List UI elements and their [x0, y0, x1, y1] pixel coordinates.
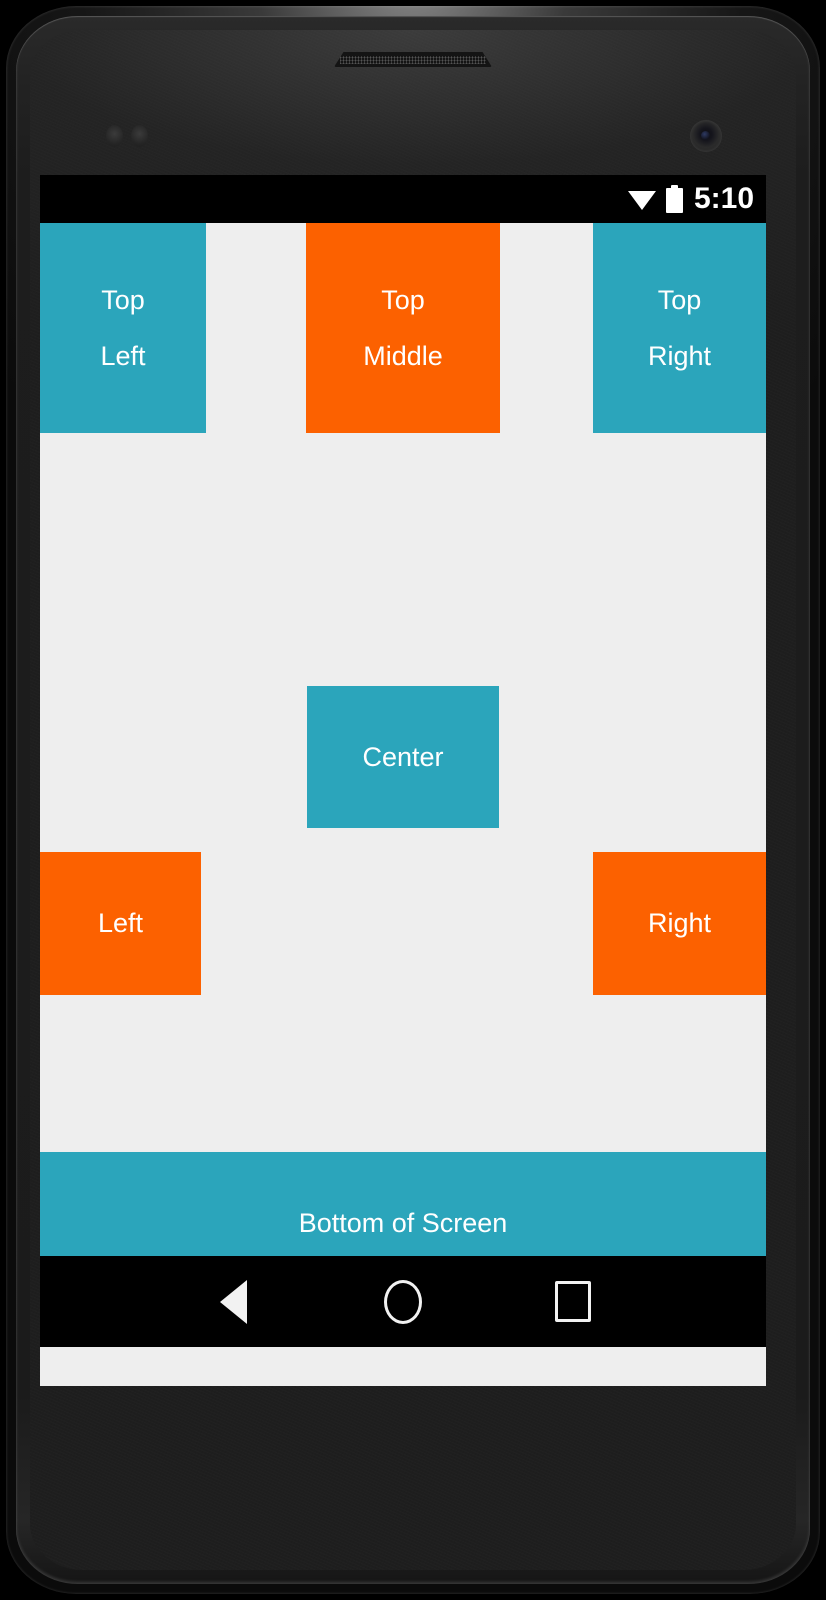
sensor-dot-right	[131, 125, 148, 147]
box-top-left[interactable]: Top Left	[40, 223, 206, 433]
battery-body	[665, 188, 683, 213]
box-top-right-line-1: Top	[657, 284, 702, 315]
box-center[interactable]: Center	[307, 686, 499, 828]
status-bar-icons: 5:10	[627, 184, 754, 214]
wifi-icon	[627, 191, 656, 210]
box-right-label: Right	[647, 908, 712, 939]
battery-icon	[665, 185, 683, 213]
box-center-label: Center	[362, 741, 444, 772]
sensor-dot-left	[106, 125, 123, 147]
box-top-right[interactable]: Top Right	[593, 223, 766, 433]
status-bar: 5:10	[40, 175, 766, 223]
box-top-left-line-2: Left	[100, 341, 146, 371]
box-top-middle-line-1: Top	[381, 284, 425, 315]
phone-screen: 5:10 Top Left Top Middle Top Right Cente…	[40, 175, 766, 1386]
box-top-right-line-2: Right	[647, 341, 712, 371]
box-right[interactable]: Right	[593, 852, 766, 995]
box-top-left-line-1: Top	[101, 284, 145, 315]
home-circle-icon	[384, 1279, 422, 1324]
back-triangle-icon	[219, 1279, 247, 1324]
nav-home-button[interactable]	[374, 1273, 432, 1331]
box-bottom-label: Bottom of Screen	[298, 1208, 508, 1239]
recents-square-icon	[555, 1281, 591, 1322]
screen-content-area: Top Left Top Middle Top Right Center Lef…	[40, 223, 766, 1347]
box-left[interactable]: Left	[40, 852, 201, 995]
proximity-sensor-icon	[106, 125, 160, 147]
nav-recents-button[interactable]	[544, 1273, 602, 1331]
status-bar-clock: 5:10	[693, 182, 754, 215]
front-camera-icon	[690, 120, 722, 152]
box-top-middle[interactable]: Top Middle	[306, 223, 500, 433]
box-left-label: Left	[97, 908, 144, 939]
android-navigation-bar	[40, 1256, 766, 1347]
earpiece-speaker-icon	[334, 52, 492, 67]
box-top-middle-line-2: Middle	[363, 341, 443, 371]
nav-back-button[interactable]	[204, 1273, 262, 1331]
